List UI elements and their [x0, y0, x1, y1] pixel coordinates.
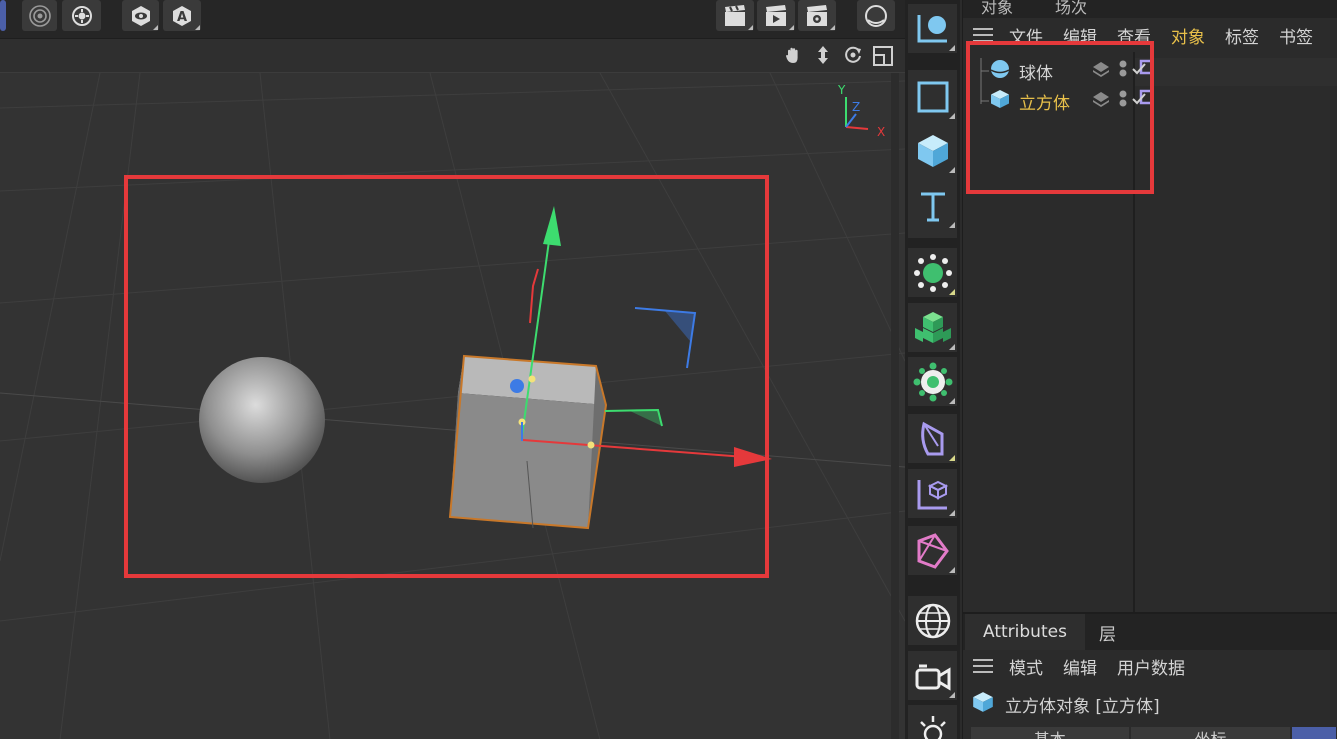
viewport-canvas[interactable]: Y Z X: [0, 39, 905, 739]
tool-palette: [905, 0, 960, 739]
app-window: A Y Z X 对象 场次 文件 编辑 查看 对象 标签 书签 球体 立方体 A…: [0, 0, 1337, 739]
tab-layers[interactable]: 层: [1081, 614, 1134, 650]
layer-icon[interactable]: [1091, 59, 1111, 83]
menu-edit[interactable]: 编辑: [1063, 23, 1097, 48]
view-eye-icon[interactable]: [122, 0, 159, 31]
rectangle-spline-icon[interactable]: [908, 72, 957, 121]
axis-label-y: Y: [837, 83, 846, 97]
bend-icon[interactable]: [908, 526, 957, 575]
attributes-title: 立方体对象 [立方体]: [971, 687, 1160, 721]
svg-text:A: A: [177, 10, 187, 25]
mograph-cube-icon[interactable]: [908, 303, 957, 352]
render-target-icon[interactable]: [22, 0, 57, 31]
orientation-axis: Y Z X: [837, 83, 885, 139]
menu-mode[interactable]: 模式: [1009, 654, 1043, 679]
attribute-a-icon[interactable]: A: [163, 0, 201, 31]
object-row-sphere[interactable]: 球体: [989, 56, 1337, 86]
object-manager: 对象 场次 文件 编辑 查看 对象 标签 书签 球体 立方体: [962, 0, 1337, 612]
effector-icon[interactable]: [908, 357, 957, 406]
cube-icon: [971, 690, 995, 719]
hamburger-menu-icon[interactable]: [973, 28, 993, 42]
camera-icon[interactable]: [908, 651, 957, 700]
axis-label-x: X: [877, 125, 885, 139]
z-axis-handle[interactable]: [510, 379, 524, 393]
sphere-object[interactable]: [199, 357, 325, 483]
render-play-icon[interactable]: [757, 0, 795, 31]
settings-gear-icon[interactable]: [62, 0, 101, 31]
deformer-icon[interactable]: [908, 414, 957, 463]
menu-object[interactable]: 对象: [1171, 23, 1205, 48]
x-rotation-arc[interactable]: [529, 268, 539, 324]
tab-takes[interactable]: 场次: [1055, 0, 1087, 18]
3d-viewport[interactable]: Y Z X: [0, 38, 905, 739]
cloner-icon[interactable]: [908, 248, 957, 297]
layer-icon[interactable]: [1091, 89, 1111, 113]
null-object-icon[interactable]: [908, 4, 957, 53]
tab-attributes[interactable]: Attributes: [965, 614, 1085, 650]
floor-grid: [0, 72, 905, 739]
object-manager-menu: 文件 编辑 查看 对象 标签 书签: [963, 18, 1337, 52]
object-title: 立方体对象 [立方体]: [1005, 696, 1160, 717]
menu-tags[interactable]: 标签: [1225, 23, 1259, 48]
object-list: 球体 立方体: [963, 52, 1337, 612]
sky-globe-icon[interactable]: [908, 596, 957, 645]
cube-object[interactable]: [448, 354, 608, 530]
x-axis-arrow[interactable]: [734, 447, 772, 467]
sphere-nav-icon[interactable]: [857, 0, 895, 31]
subtab-object[interactable]: [1292, 727, 1336, 739]
text-icon[interactable]: [908, 181, 957, 230]
enabled-check-icon[interactable]: [1131, 91, 1147, 111]
object-row-cube[interactable]: 立方体: [989, 86, 1337, 116]
attributes-menu: 模式 编辑 用户数据: [963, 650, 1337, 682]
clapper-icon[interactable]: [716, 0, 754, 31]
y-axis-arrow[interactable]: [543, 206, 561, 246]
cube-primitive-icon[interactable]: [908, 126, 957, 175]
menu-user-data[interactable]: 用户数据: [1117, 654, 1185, 679]
mode-indicator[interactable]: [0, 0, 6, 31]
tab-objects[interactable]: 对象: [981, 0, 1013, 18]
subtab-coordinates[interactable]: 坐标: [1130, 727, 1291, 739]
object-manager-tabs: 对象 场次: [963, 0, 1337, 18]
sphere-icon: [989, 58, 1011, 84]
menu-view[interactable]: 查看: [1117, 23, 1151, 48]
attributes-panel: Attributes 层 模式 编辑 用户数据 立方体对象 [立方体] 基本 坐…: [962, 612, 1337, 739]
top-toolbar: A: [0, 0, 905, 38]
menu-bookmarks[interactable]: 书签: [1279, 23, 1313, 48]
hamburger-menu-icon[interactable]: [973, 659, 993, 673]
visibility-dots-icon[interactable]: [1117, 89, 1129, 113]
subtab-basic[interactable]: 基本: [971, 727, 1129, 739]
light-icon[interactable]: [908, 705, 957, 739]
visibility-dots-icon[interactable]: [1117, 59, 1129, 83]
axis-label-z: Z: [852, 100, 860, 114]
object-name[interactable]: 球体: [1019, 59, 1081, 84]
hierarchy-lines: [980, 58, 989, 104]
render-settings-icon[interactable]: [798, 0, 836, 31]
object-name[interactable]: 立方体: [1019, 89, 1081, 114]
scale-handle-x[interactable]: [587, 441, 595, 449]
cube-icon: [989, 88, 1011, 114]
menu-file[interactable]: 文件: [1009, 23, 1043, 48]
attributes-subtabs: 基本 坐标: [971, 727, 1337, 739]
enabled-check-icon[interactable]: [1131, 61, 1147, 81]
coordinate-cube-icon[interactable]: [908, 469, 957, 518]
attributes-tabs: Attributes 层: [963, 614, 1337, 650]
scale-handle-y[interactable]: [528, 375, 536, 383]
viewport-scrollbar[interactable]: [891, 73, 899, 739]
menu-edit[interactable]: 编辑: [1063, 654, 1097, 679]
